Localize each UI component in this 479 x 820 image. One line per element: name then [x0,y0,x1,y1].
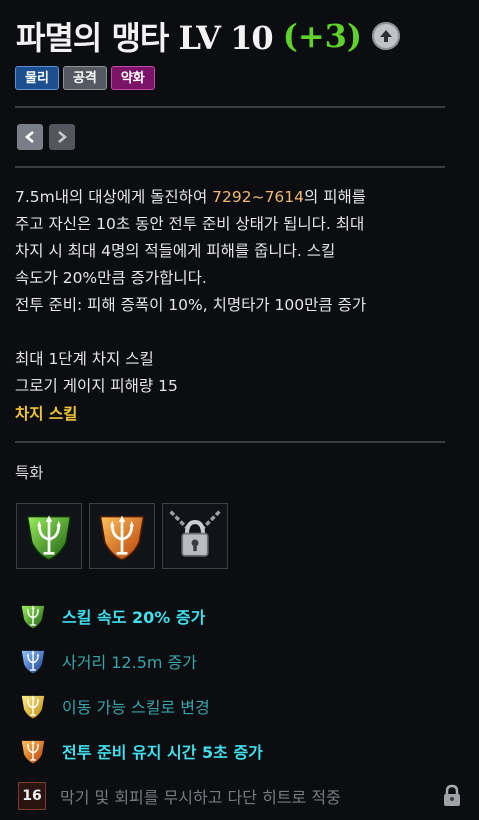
tripod-text: 막기 및 회피를 무시하고 다단 히트로 적중 [60,787,341,807]
skill-description: 7.5m내의 대상에게 돌진하여 7292~7614의 피해를 주고 자신은 1… [15,184,463,400]
description-line: 그로기 게이지 피해량 15 [15,377,178,395]
tripod-slots [16,503,228,569]
description-line: 7.5m내의 대상에게 돌진하여 7292~7614의 피해를 [15,188,366,206]
tripod-slot-orange[interactable] [89,503,155,569]
orange-trident-icon [18,736,48,766]
chain-lock-icon [169,510,221,557]
tripod-text: 전투 준비 유지 시간 5초 증가 [62,742,263,762]
charge-skill-label: 차지 스킬 [15,405,78,423]
chevron-left-icon [24,131,34,143]
divider [15,106,445,108]
page-arrows [17,124,75,150]
description-line: 주고 자신은 10초 동안 전투 준비 상태가 됩니다. 최대 [15,215,365,233]
skill-tags: 물리 공격 약화 [15,66,155,90]
tripod-slot-locked[interactable] [162,503,228,569]
tripod-slot-green[interactable] [16,503,82,569]
next-button[interactable] [49,124,75,150]
description-line: 속도가 20%만큼 증가합니다. [15,269,207,287]
damage-value: 7292~7614 [212,188,305,206]
tripod-text: 사거리 12.5m 증가 [62,652,197,672]
tripod-text: 이동 가능 스킬로 변경 [62,697,210,717]
divider [15,166,445,168]
chevron-right-icon [58,131,68,143]
tag-physical: 물리 [15,66,59,90]
tripod-option[interactable]: 스킬 속도 20% 증가 [18,593,468,638]
tripod-option[interactable]: 사거리 12.5m 증가 [18,638,468,683]
green-trident-icon [26,514,72,561]
skill-level-bonus: (+3) [282,17,363,55]
tag-weaken: 약화 [110,66,155,90]
tripod-list: 스킬 속도 20% 증가 사거리 12.5m 증가 이동 가능 스킬로 변경 전… [18,593,468,818]
skill-title-row: 파멸의 맹타 LV 10 (+3) [16,14,401,58]
description-line: 전투 준비: 피해 증폭이 10%, 치명타가 100만큼 증가 [15,296,367,314]
tripod-text: 스킬 속도 20% 증가 [62,607,206,627]
unlock-level-badge: 16 [18,781,46,810]
tag-attack: 공격 [62,66,107,90]
gold-trident-icon [18,691,48,721]
skill-name: 파멸의 맹타 LV 10 [16,19,274,57]
tripod-option-locked[interactable]: 16 막기 및 회피를 무시하고 다단 히트로 적중 [18,773,468,818]
lock-icon [444,784,460,806]
tripod-option[interactable]: 이동 가능 스킬로 변경 [18,683,468,728]
orange-trident-icon [99,514,145,561]
green-trident-icon [18,601,48,631]
tripod-option[interactable]: 전투 준비 유지 시간 5초 증가 [18,728,468,773]
level-up-button[interactable] [372,22,401,50]
prev-button[interactable] [17,124,43,150]
blue-trident-icon [18,646,48,676]
divider [15,441,445,443]
description-line: 차지 시 최대 4명의 적들에게 피해를 줍니다. 스킬 [15,242,336,260]
arrow-up-icon [380,30,393,42]
description-line: 최대 1단계 차지 스킬 [15,350,154,368]
specialization-label: 특화 [15,464,44,482]
